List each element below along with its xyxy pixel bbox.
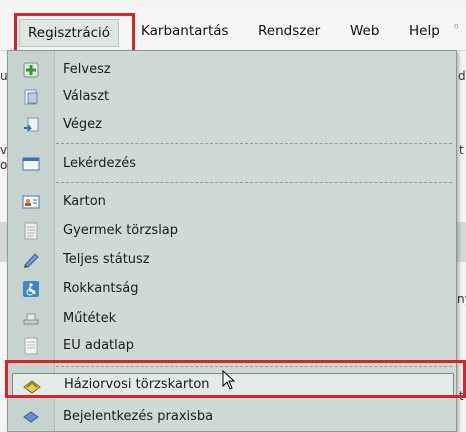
menu-karbantartas[interactable]: Karbantartás (141, 20, 229, 42)
menu-item-mutetek[interactable]: Műtétek (8, 307, 456, 331)
wheelchair-icon (23, 281, 39, 297)
menu-registracio[interactable]: Regisztráció (19, 19, 120, 47)
menu-item-karton[interactable]: Karton (8, 190, 456, 214)
menu-item-label: Rokkantság (63, 281, 139, 296)
add-person-icon (23, 62, 39, 78)
menu-item-rokkantsag[interactable]: Rokkantság (8, 277, 456, 301)
menu-rendszer[interactable]: Rendszer (258, 20, 320, 42)
menu-item-felvesz[interactable]: Felvesz (8, 58, 456, 82)
menu-item-label: Választ (63, 89, 110, 104)
menu-help-label: Help (409, 23, 440, 39)
menu-item-eu-adatlap[interactable]: EU adatlap (8, 334, 456, 358)
menu-item-label: Karton (63, 194, 106, 209)
menu-item-label: Háziorvosi törzskarton (64, 377, 210, 392)
menu-bar: Regisztráció Karbantartás Rendszer Web H… (0, 10, 466, 51)
background-text: t (459, 389, 464, 403)
select-document-icon (24, 89, 38, 105)
background-band (456, 222, 466, 262)
id-card-icon (22, 195, 40, 209)
menu-item-label: EU adatlap (63, 338, 134, 353)
surgery-icon (23, 313, 39, 325)
menu-item-gyermek-torzslap[interactable]: Gyermek törzslap (8, 219, 456, 243)
background-text: d (458, 69, 466, 83)
help-decor-icon: ⁰ (454, 22, 459, 35)
menu-item-label: Végez (63, 117, 102, 132)
menu-help[interactable]: Help (409, 20, 440, 42)
query-window-icon (22, 157, 40, 171)
finish-arrow-icon (24, 117, 39, 132)
background-text: ny (457, 292, 466, 306)
menu-separator (56, 182, 452, 183)
background-text: t (459, 143, 464, 157)
menu-rendszer-label: Rendszer (258, 23, 321, 39)
menu-item-label: Teljes státusz (63, 252, 150, 267)
menu-item-lekerdezes[interactable]: Lekérdezés (8, 152, 456, 176)
menu-item-bejelentkezes-praxisba[interactable]: Bejelentkezés praxisba (8, 405, 456, 429)
menu-separator (56, 366, 452, 367)
login-practice-icon (23, 411, 39, 423)
menu-item-teljes-statusz[interactable]: Teljes státusz (8, 248, 456, 272)
menu-web-label: Web (350, 23, 380, 39)
gp-card-icon (23, 380, 41, 394)
menu-item-label: Bejelentkezés praxisba (63, 409, 214, 424)
status-pen-icon (24, 253, 39, 268)
menu-item-label: Gyermek törzslap (63, 223, 179, 238)
menu-item-label: Lekérdezés (63, 156, 137, 171)
menu-item-valaszt[interactable]: Választ (8, 85, 456, 109)
menu-separator (56, 143, 452, 144)
menu-karbantartas-label: Karbantartás (141, 23, 229, 39)
menu-item-label: Felvesz (63, 62, 111, 77)
menu-item-vegez[interactable]: Végez (8, 113, 456, 137)
eu-form-icon (24, 337, 38, 355)
menu-registracio-label: Regisztráció (28, 25, 111, 41)
menu-item-label: Műtétek (63, 311, 117, 326)
child-sheet-icon (24, 222, 38, 240)
menu-web[interactable]: Web (350, 20, 379, 42)
mouse-cursor-icon (222, 370, 236, 390)
